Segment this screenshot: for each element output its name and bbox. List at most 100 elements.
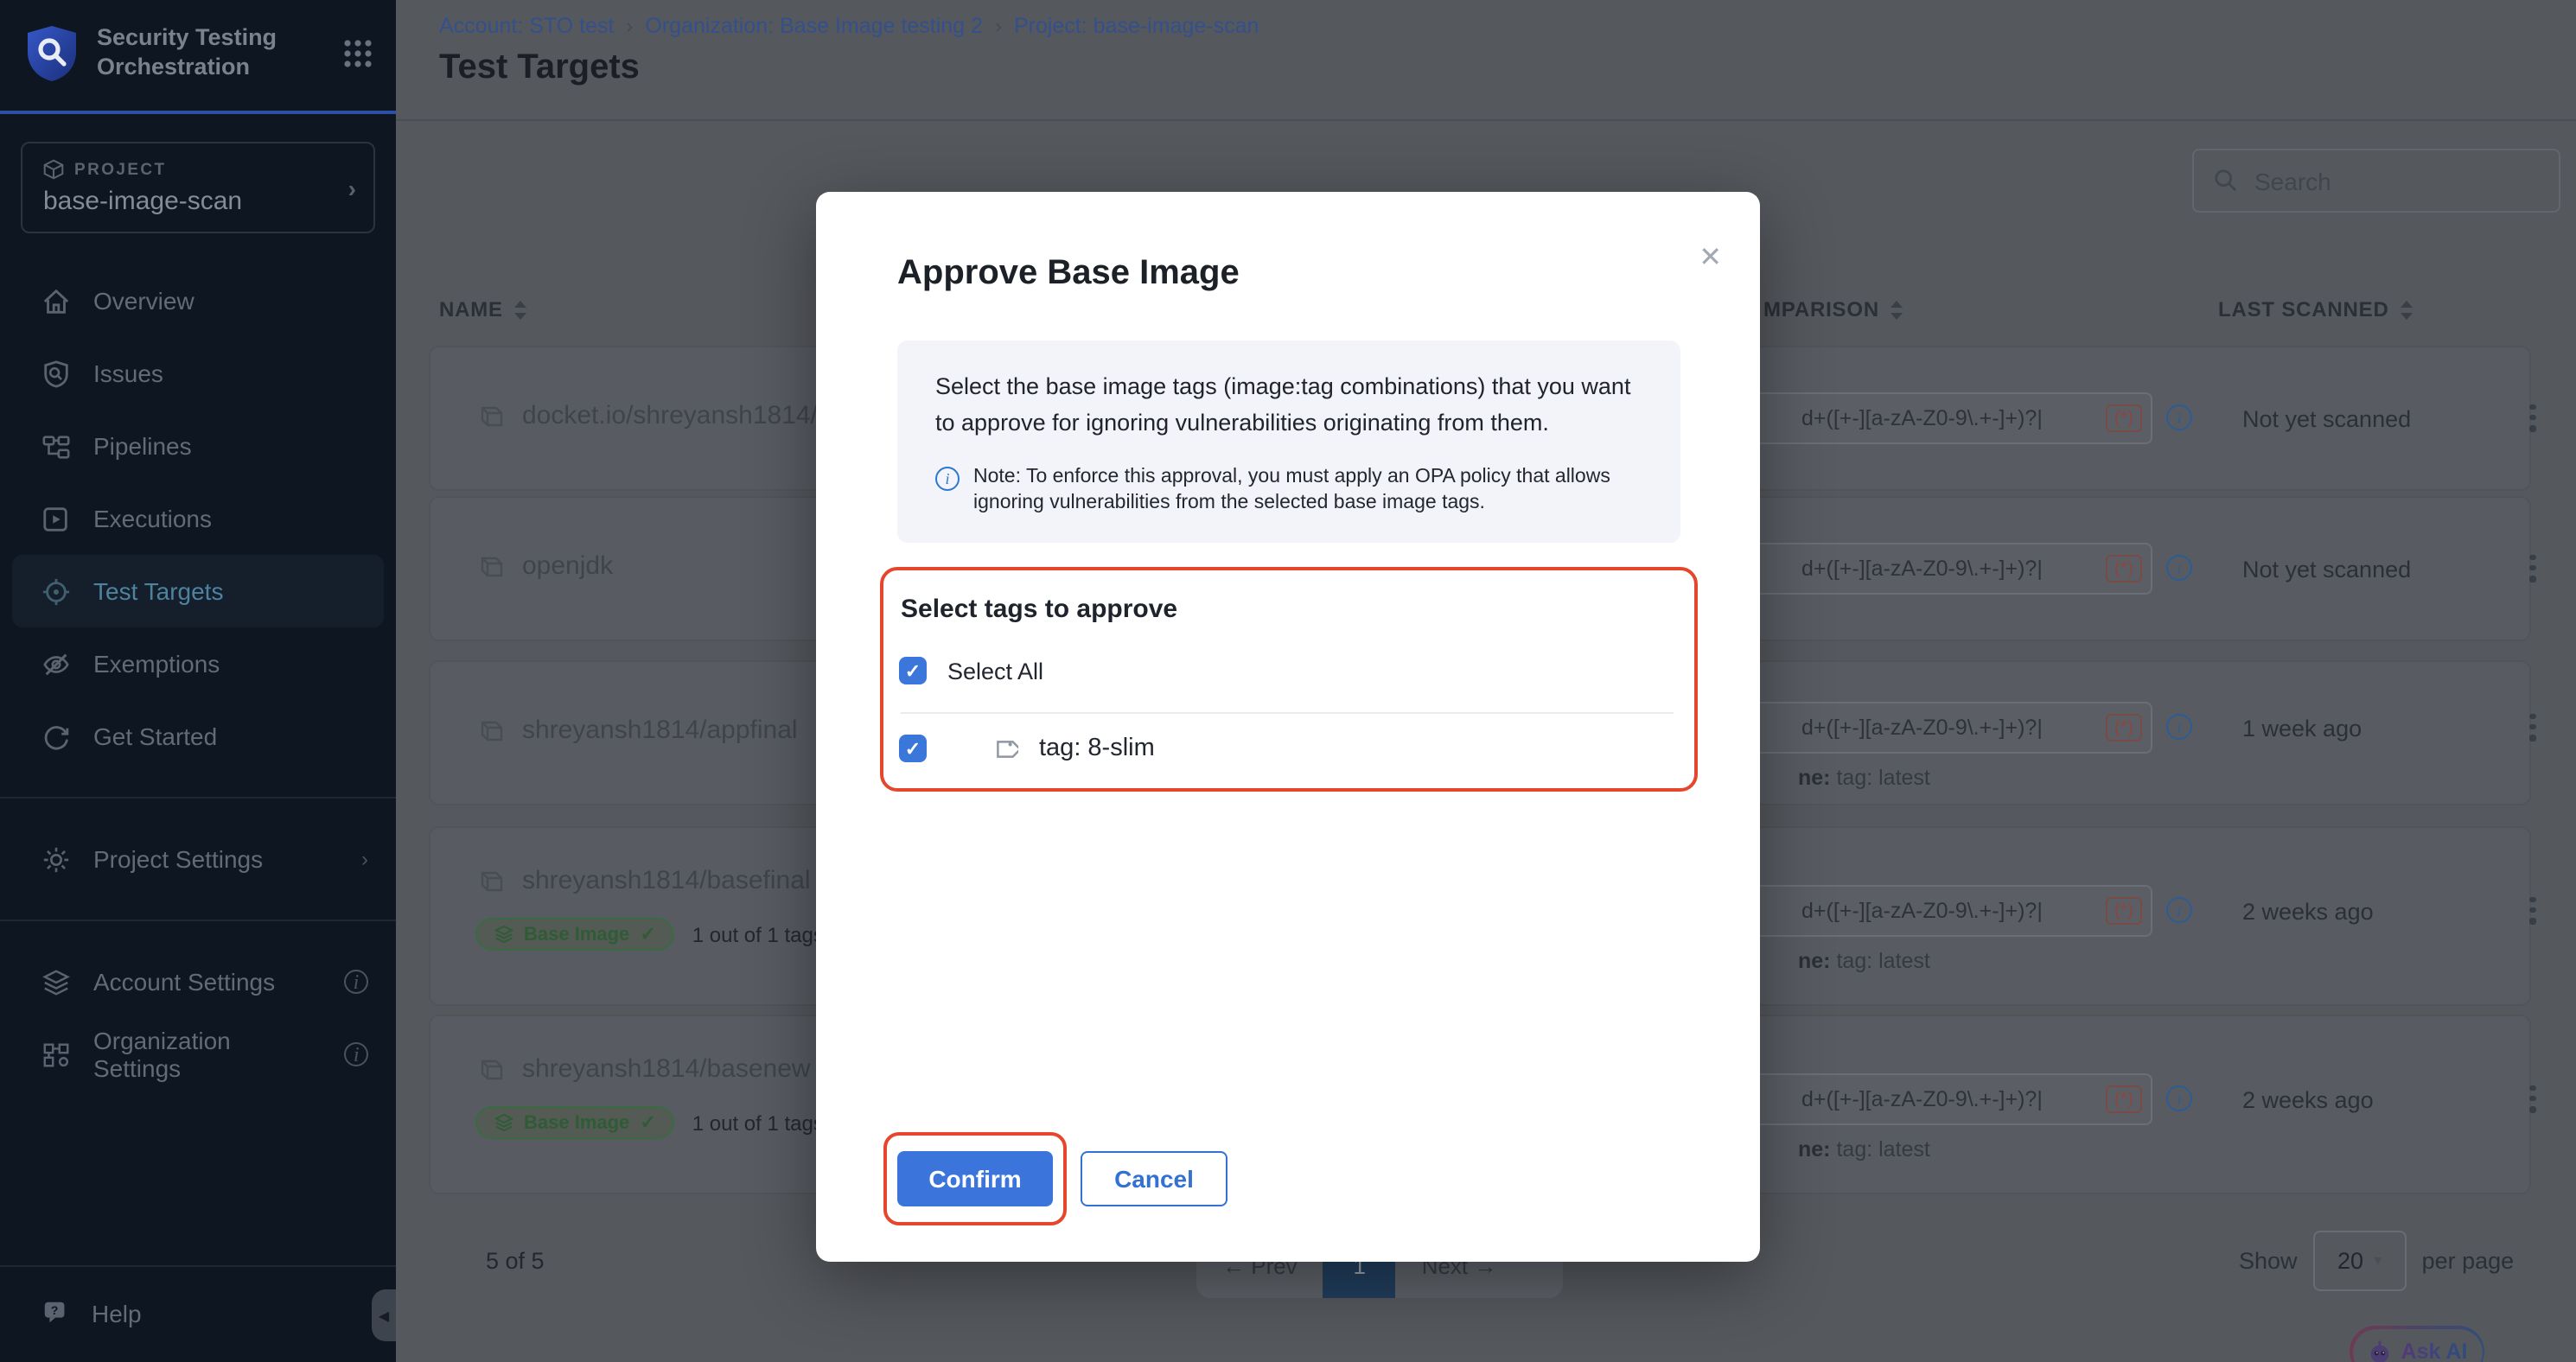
info-icon[interactable]: i	[2166, 714, 2192, 740]
target-name: shreyansh1814/appfinal	[475, 716, 798, 745]
base-image-badge: Base Image ✓	[475, 1106, 675, 1139]
app-root: Security Testing Orchestration PROJECT b…	[0, 0, 2576, 1362]
select-all-checkbox[interactable]: ✓	[899, 657, 927, 684]
container-image-icon	[475, 716, 503, 744]
modal-description-box: Select the base image tags (image:tag co…	[897, 340, 1680, 543]
page-size-control: Show 20 ▾ per page	[2239, 1231, 2514, 1291]
target-icon	[41, 576, 71, 606]
sidebar-item-overview[interactable]: Overview	[0, 264, 396, 337]
cube-icon	[43, 159, 64, 180]
comparison-regex-input[interactable]: d+([+-][a-zA-Z0-9\.+-]+)?| (*)	[1744, 885, 2152, 937]
check-icon: ✓	[640, 1111, 655, 1134]
sidebar-item-account-settings[interactable]: Account Settings i	[0, 945, 396, 1018]
layers-icon	[494, 1113, 513, 1132]
sidebar-item-help[interactable]: ? Help	[0, 1265, 396, 1362]
regex-mode-chip[interactable]: (*)	[2106, 404, 2142, 432]
gear-icon	[41, 844, 71, 874]
confirm-button[interactable]: Confirm	[897, 1151, 1053, 1206]
pipeline-icon	[41, 431, 71, 461]
search-icon	[2213, 168, 2239, 194]
row-menu-button[interactable]	[2519, 897, 2547, 924]
sidebar-item-get-started[interactable]: Get Started	[0, 700, 396, 773]
comparison-regex-input[interactable]: d+([+-][a-zA-Z0-9\.+-]+)?| (*)	[1744, 543, 2152, 595]
last-scanned-value: 2 weeks ago	[2242, 899, 2484, 925]
baseline-value: tag: latest	[1836, 1137, 1929, 1162]
info-icon[interactable]: i	[2166, 1085, 2192, 1111]
svg-text:?: ?	[51, 1304, 59, 1318]
select-all-label: Select All	[947, 658, 1043, 684]
target-name: docket.io/shreyansh1814/ba	[475, 401, 846, 430]
sidebar-item-project-settings[interactable]: Project Settings ›	[0, 823, 396, 895]
regex-mode-chip[interactable]: (*)	[2106, 1085, 2142, 1113]
breadcrumb-separator: ›	[626, 14, 633, 38]
close-icon[interactable]: ✕	[1699, 240, 1722, 275]
comparison-regex-input[interactable]: d+([+-][a-zA-Z0-9\.+-]+)?| (*)	[1744, 1073, 2152, 1125]
row-menu-button[interactable]	[2519, 714, 2547, 741]
target-name: shreyansh1814/basenew	[475, 1054, 811, 1084]
info-icon[interactable]: i	[2166, 404, 2192, 430]
page-header: Account: STO test › Organization: Base I…	[396, 0, 2576, 121]
target-name-text: shreyansh1814/appfinal	[522, 716, 798, 745]
regex-text: d+([+-][a-zA-Z0-9\.+-]+)?|	[1746, 406, 2106, 430]
help-chat-icon: ?	[41, 1298, 71, 1327]
page-size-value: 20	[2337, 1248, 2363, 1274]
info-icon[interactable]: i	[344, 970, 368, 994]
sidebar-collapse-button[interactable]: ◀	[372, 1289, 396, 1341]
sort-icon	[513, 300, 527, 319]
info-icon[interactable]: i	[2166, 555, 2192, 581]
badge-label: Base Image	[524, 924, 629, 945]
search-input[interactable]: Search	[2192, 149, 2560, 213]
comparison-regex-input[interactable]: d+([+-][a-zA-Z0-9\.+-]+)?| (*)	[1744, 392, 2152, 444]
sidebar-item-pipelines[interactable]: Pipelines	[0, 410, 396, 482]
container-image-icon	[475, 1055, 503, 1083]
baseline-prefix: ne:	[1798, 766, 1831, 790]
sidebar-item-executions[interactable]: Executions	[0, 482, 396, 555]
baseline-info: ne: tag: latest	[1798, 766, 1930, 790]
row-menu-button[interactable]	[2519, 404, 2547, 431]
baseline-value: tag: latest	[1836, 949, 1929, 973]
last-scanned-value: Not yet scanned	[2242, 406, 2484, 432]
chevron-right-icon: ›	[348, 174, 356, 201]
row-menu-button[interactable]	[2519, 1085, 2547, 1112]
last-scanned-value: 2 weeks ago	[2242, 1087, 2484, 1113]
tag-row[interactable]: ✓ tag: 8-slim	[899, 735, 1155, 762]
search-placeholder: Search	[2254, 167, 2331, 194]
column-header-comparison[interactable]: MPARISON	[1763, 297, 1903, 321]
breadcrumb-org-link[interactable]: Organization: Base Image testing 2	[645, 14, 983, 38]
approve-base-image-modal: ✕ Approve Base Image Select the base ima…	[816, 192, 1760, 1262]
regex-mode-chip[interactable]: (*)	[2106, 714, 2142, 741]
cancel-button[interactable]: Cancel	[1081, 1151, 1227, 1206]
info-icon[interactable]: i	[344, 1042, 368, 1066]
ask-ai-button[interactable]: Ask AI	[2350, 1326, 2484, 1362]
sidebar-item-label: Executions	[93, 505, 212, 532]
chevron-down-icon: ▾	[2374, 1251, 2382, 1270]
select-all-row[interactable]: ✓ Select All	[899, 657, 1043, 684]
regex-mode-chip[interactable]: (*)	[2106, 555, 2142, 582]
regex-text: d+([+-][a-zA-Z0-9\.+-]+)?|	[1746, 899, 2106, 923]
project-selector[interactable]: PROJECT base-image-scan ›	[21, 142, 375, 233]
sidebar-item-organization-settings[interactable]: Organization Settings i	[0, 1018, 396, 1091]
breadcrumb-account-link[interactable]: Account: STO test	[439, 14, 614, 38]
sidebar-item-label: Test Targets	[93, 577, 223, 605]
tag-selection-annotated-region: Select tags to approve ✓ Select All ✓ ta…	[880, 567, 1698, 792]
comparison-regex-input[interactable]: d+([+-][a-zA-Z0-9\.+-]+)?| (*)	[1744, 702, 2152, 754]
tag-checkbox[interactable]: ✓	[899, 735, 927, 762]
result-count: 5 of 5	[486, 1248, 545, 1274]
column-header-label: NAME	[439, 297, 503, 321]
regex-mode-chip[interactable]: (*)	[2106, 897, 2142, 925]
column-header-last-scanned[interactable]: LAST SCANNED	[2218, 297, 2413, 321]
info-icon: i	[935, 467, 960, 491]
info-icon[interactable]: i	[2166, 897, 2192, 923]
sidebar-item-issues[interactable]: Issues	[0, 337, 396, 410]
column-header-name[interactable]: NAME	[439, 297, 527, 321]
sidebar-item-label: Issues	[93, 360, 163, 387]
page-size-select[interactable]: 20 ▾	[2313, 1231, 2407, 1291]
sidebar-item-label: Project Settings	[93, 845, 263, 873]
sidebar-item-test-targets[interactable]: Test Targets	[12, 555, 384, 627]
row-menu-button[interactable]	[2519, 555, 2547, 582]
app-switcher-grid-icon[interactable]	[341, 36, 375, 71]
breadcrumb-project-link[interactable]: Project: base-image-scan	[1014, 14, 1259, 38]
sidebar-item-exemptions[interactable]: Exemptions	[0, 627, 396, 700]
show-label: Show	[2239, 1248, 2298, 1274]
per-page-label: per page	[2422, 1248, 2515, 1274]
